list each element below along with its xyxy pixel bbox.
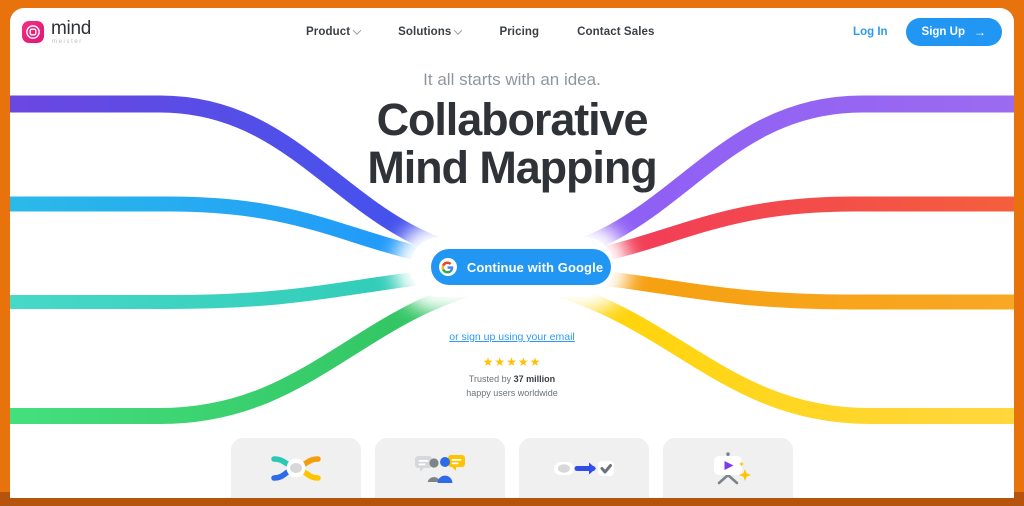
trusted-prefix: Trusted by xyxy=(468,374,514,384)
nav-item-pricing[interactable]: Pricing xyxy=(499,26,539,38)
feature-card-mind-mapping[interactable] xyxy=(231,438,361,498)
page-container: mind meister Product Solutions Pricing C… xyxy=(10,8,1014,498)
chevron-down-icon xyxy=(352,26,362,35)
google-g-icon xyxy=(438,258,457,276)
feature-card-presentation[interactable] xyxy=(663,438,793,498)
trusted-by-text: Trusted by 37 million happy users worldw… xyxy=(10,372,1014,401)
chevron-down-icon xyxy=(454,26,463,35)
email-link-label: or sign up using your email xyxy=(449,331,575,343)
continue-with-google-button[interactable]: Continue with Google xyxy=(431,249,611,285)
log-in-link[interactable]: Log In xyxy=(853,26,888,38)
feature-card-collaboration[interactable] xyxy=(375,438,505,498)
logo-wordmark: mind xyxy=(51,18,91,39)
nav-label: Pricing xyxy=(499,26,540,38)
presentation-icon xyxy=(714,452,751,485)
nav-item-contact-sales[interactable]: Contact Sales xyxy=(577,26,654,38)
sign-up-button[interactable]: Sign Up → xyxy=(905,18,1002,46)
mind-map-icon xyxy=(271,456,321,481)
sign-up-label: Sign Up xyxy=(921,26,965,38)
hero-eyebrow: It all starts with an idea. xyxy=(423,70,601,89)
page-title: Collaborative Mind Mapping xyxy=(10,96,1014,191)
logo-subword: meister xyxy=(52,39,83,45)
feature-cards xyxy=(10,438,1014,498)
trusted-number: 37 million xyxy=(513,374,556,384)
main-nav: Product Solutions Pricing Contact Sales xyxy=(306,26,655,38)
header-actions: Log In Sign Up → xyxy=(853,18,1002,46)
hero-text-block: It all starts with an idea. Collaborativ… xyxy=(10,70,1014,191)
continue-with-google-label: Continue with Google xyxy=(466,259,604,275)
nav-label: Product xyxy=(305,26,351,38)
trusted-suffix: happy users worldwide xyxy=(466,388,558,399)
nav-item-solutions[interactable]: Solutions xyxy=(398,26,463,38)
star-rating: ★★★★★ xyxy=(10,355,1014,369)
nav-item-product[interactable]: Product xyxy=(305,26,362,38)
nav-label: Contact Sales xyxy=(577,26,655,38)
feature-card-task-management[interactable] xyxy=(519,438,649,498)
mindmeister-logo-icon xyxy=(22,21,44,43)
headline-line-1: Collaborative xyxy=(376,94,649,145)
collaboration-icon xyxy=(415,455,465,483)
task-flow-icon xyxy=(554,461,614,476)
headline-line-2: Mind Mapping xyxy=(367,141,657,193)
nav-label: Solutions xyxy=(398,26,452,38)
sign-up-with-email-link[interactable]: or sign up using your email xyxy=(10,331,1014,343)
site-header: mind meister Product Solutions Pricing C… xyxy=(10,8,1014,56)
logo[interactable]: mind meister xyxy=(22,19,91,45)
star-rating-glyphs: ★★★★★ xyxy=(482,355,542,369)
arrow-right-icon: → xyxy=(974,25,986,39)
